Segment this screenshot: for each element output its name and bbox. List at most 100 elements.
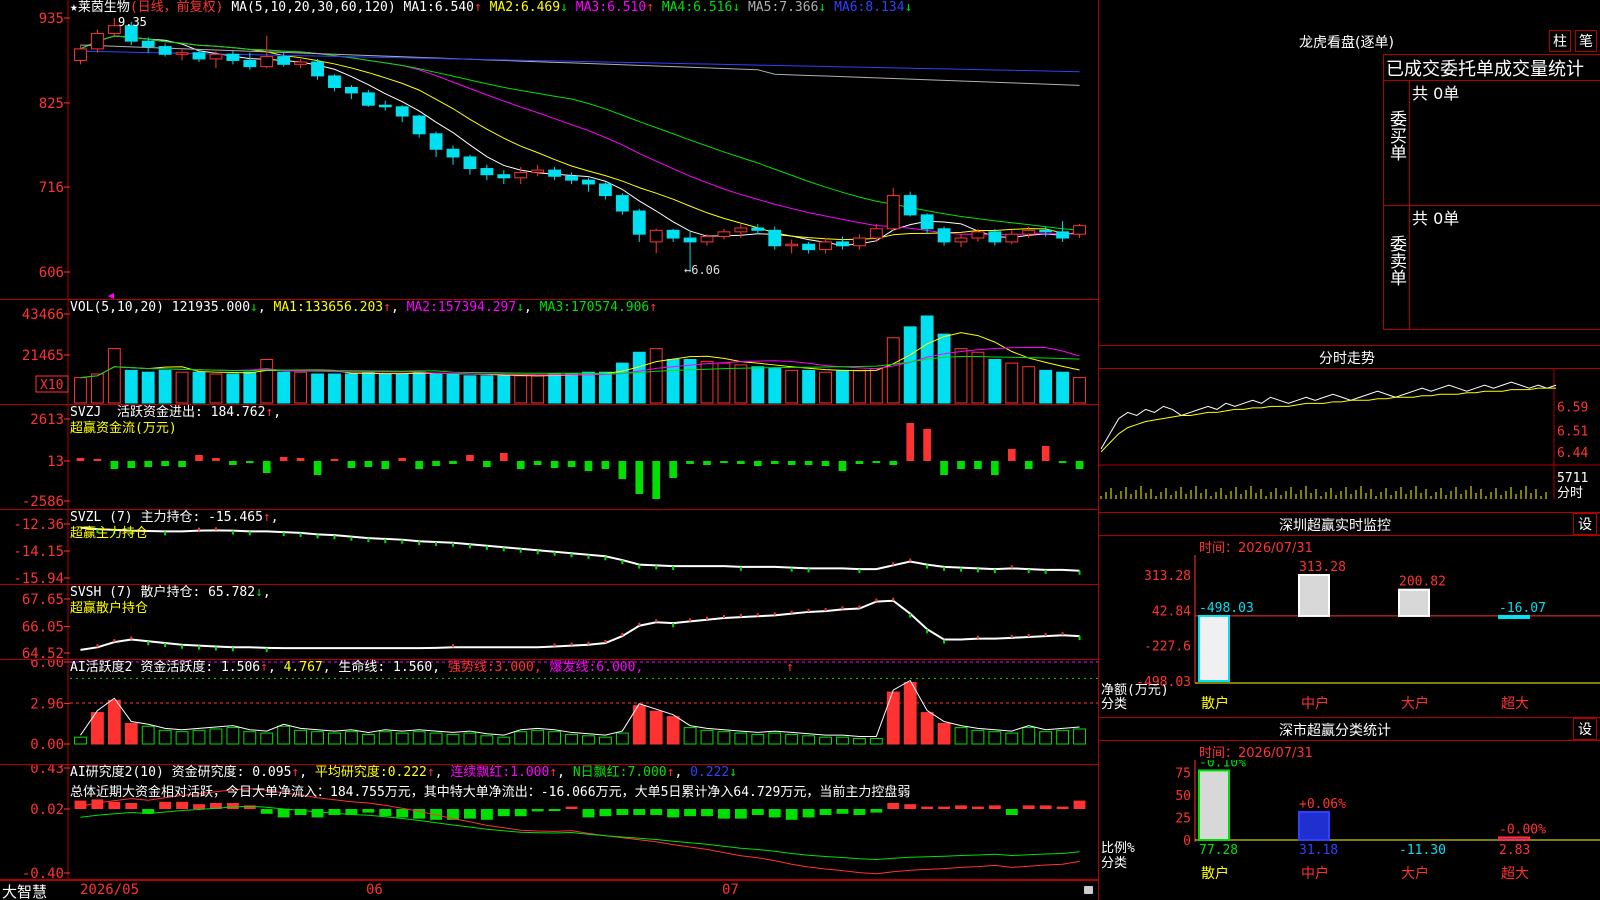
candle-body <box>344 86 358 94</box>
ai2-bar <box>412 731 426 745</box>
air-bar <box>514 809 527 817</box>
air-summary: 总体近期大资金相对活跃，今日大单净流入：184.755万元，其中特大单净流出：-… <box>70 785 911 800</box>
vol-ma3-arrow: ↑ <box>649 300 658 315</box>
candle-body <box>649 229 663 243</box>
vol-bar <box>497 375 511 404</box>
svzj-bar <box>1041 446 1050 461</box>
ai2-title-text: AI活跃度2 <box>70 660 133 675</box>
ai2-bar <box>463 732 477 745</box>
svzj-title-text: SVZJ <box>70 405 102 420</box>
svzj-bar <box>449 461 457 464</box>
sz-time: 时间：2026/07/31 <box>1199 537 1313 556</box>
star-icon[interactable]: ★ <box>70 0 78 15</box>
vol-bar <box>1073 377 1086 404</box>
air-bar <box>904 804 917 809</box>
ai2-bar <box>632 705 646 745</box>
candle-body <box>869 228 883 239</box>
ai-research-panel[interactable]: 0.43 0.02 -0.40 AI研究度2(10) 资金研究度: 0.095↑, … <box>0 765 1098 880</box>
svzl-panel[interactable]: -12.36 -14.15 -15.94 SVZL (7) 主力持仓: -15.46… <box>0 510 1098 585</box>
sz-bar-1 <box>1298 574 1330 617</box>
ai2-bar <box>192 729 206 745</box>
vol-bar <box>192 371 206 404</box>
app-window: 935 825 716 606 ★莱茵生物(日线，前复权) MA(5,10,20,30… <box>0 0 1600 900</box>
ai-research-chart[interactable]: 0.43 0.02 -0.40 <box>0 765 1098 880</box>
kline-title: ★莱茵生物(日线，前复权) MA(5,10,20,30,60,120) MA1:… <box>70 0 912 16</box>
ai2-bar <box>683 727 697 745</box>
ai2-bar <box>209 728 223 745</box>
sz-monitor-chart[interactable]: 313.2842.84-227.6-498.03净额(万元)分类-498.03散… <box>1099 555 1600 715</box>
vol-bar <box>74 377 87 404</box>
svsh-y-label-2: 64.52 <box>22 646 64 660</box>
cls-bar-3 <box>1498 836 1530 842</box>
cls-title: 深市超赢分类统计 <box>1279 723 1391 739</box>
candle-body <box>548 169 562 177</box>
kline-panel[interactable]: 935 825 716 606 ★莱茵生物(日线，前复权) MA(5,10,20,30… <box>0 0 1098 300</box>
svzj-bar <box>1024 461 1033 469</box>
period-mode[interactable]: (日线，前复权) <box>130 0 224 15</box>
ma4-line <box>80 35 1080 231</box>
ai2-s4: 强势线: <box>447 660 495 675</box>
main-vertical-divider <box>1098 0 1099 900</box>
svzj-bar <box>533 461 542 465</box>
ai2-sub1: 资金活跃度: <box>140 660 214 675</box>
kline-chart[interactable]: 935 825 716 606 <box>0 0 1098 300</box>
ma-title: MA(5,10,20,30,60,120) <box>231 0 396 15</box>
ai2-bar <box>1022 727 1036 745</box>
vol-bar <box>1039 369 1053 404</box>
sz-y-label-2: -227.6 <box>1144 640 1191 655</box>
air-bar <box>159 801 172 809</box>
svzj-bar <box>499 453 508 461</box>
air-bar <box>176 801 188 809</box>
ai-research-title: AI研究度2(10) 资金研究度: 0.095↑, 平均研究度:0.222↑, … <box>70 765 737 781</box>
air-bar <box>633 809 646 815</box>
air-bar <box>1005 809 1018 815</box>
ma-value-6: 8.134 <box>865 0 905 15</box>
lock-icon[interactable] <box>1084 886 1093 894</box>
svzj-bar <box>550 461 559 468</box>
ai2-bar <box>74 736 87 745</box>
bar-mode-button[interactable]: 柱 <box>1549 30 1571 52</box>
ma-list: MA1:6.540↑ MA2:6.469↓ MA3:6.510↑ MA4:6.5… <box>404 0 913 15</box>
ai-activity-panel[interactable]: 6.00 2.96 0.00 AI活跃度2 资金活跃度: 1.506↑, 4.767… <box>0 660 1098 765</box>
ai2-bar <box>903 682 917 745</box>
vol-panel[interactable]: 43466 21465 X10 VOL(5,10,20) 121935.000↓, … <box>0 300 1098 405</box>
intraday-price-line <box>1100 381 1557 450</box>
cls-cat-3: 超大 <box>1501 866 1529 882</box>
ai2-bar <box>802 735 816 745</box>
pen-mode-button[interactable]: 笔 <box>1575 30 1597 52</box>
ai2-s5: 爆发线: <box>549 660 597 675</box>
vol-title-text: VOL(5,10,20) <box>70 300 164 315</box>
air-bar <box>955 805 967 809</box>
vol-ma2-value: 157394.297 <box>437 300 517 315</box>
candle-body <box>514 171 528 179</box>
svzj-panel[interactable]: 2613 13 -2586 SVZJ 活跃资金进出: 184.762↑, 超赢资金流… <box>0 405 1098 510</box>
vol-bar <box>344 373 358 404</box>
svzj-bar <box>245 461 254 463</box>
ai2-bar <box>836 736 849 745</box>
candle-body <box>971 231 985 239</box>
air-bar <box>1022 805 1035 809</box>
stock-name[interactable]: 莱茵生物 <box>78 0 130 15</box>
cls-chart[interactable]: 75 50 25 0 比例%分类 -0.10% 77.28 散户 +0.06% 31.18 中户 -1… <box>1099 760 1600 900</box>
sz-time-label: 时间： <box>1199 541 1239 556</box>
ai2-sub3: 生命线: <box>338 660 386 675</box>
svzj-bar <box>398 458 407 461</box>
ma-arrow-5: ↓ <box>818 0 835 15</box>
candle-body <box>260 56 274 68</box>
candle-body <box>565 175 578 181</box>
svzj-bar <box>195 455 203 461</box>
cls-settings-button[interactable]: 设 <box>1573 718 1597 740</box>
sz-settings-button[interactable]: 设 <box>1573 513 1597 535</box>
brand-label[interactable]: 大智慧 <box>2 881 47 900</box>
intraday-chart[interactable]: 6.59 6.51 6.44 5711分时 <box>1099 369 1600 511</box>
air-bar <box>819 809 832 815</box>
ai2-bar <box>649 710 663 745</box>
svsh-panel[interactable]: 67.65 66.05 64.52 SVSH (7) 散户持仓: 65.782↓, … <box>0 585 1098 660</box>
ai2-bar <box>294 729 308 745</box>
candle-body <box>903 195 917 216</box>
ai2-bar <box>277 725 291 745</box>
ai2-y-label-0: 6.00 <box>30 660 64 671</box>
air-bar <box>650 809 663 815</box>
air-bar <box>853 809 866 815</box>
candle-body <box>1056 231 1070 239</box>
